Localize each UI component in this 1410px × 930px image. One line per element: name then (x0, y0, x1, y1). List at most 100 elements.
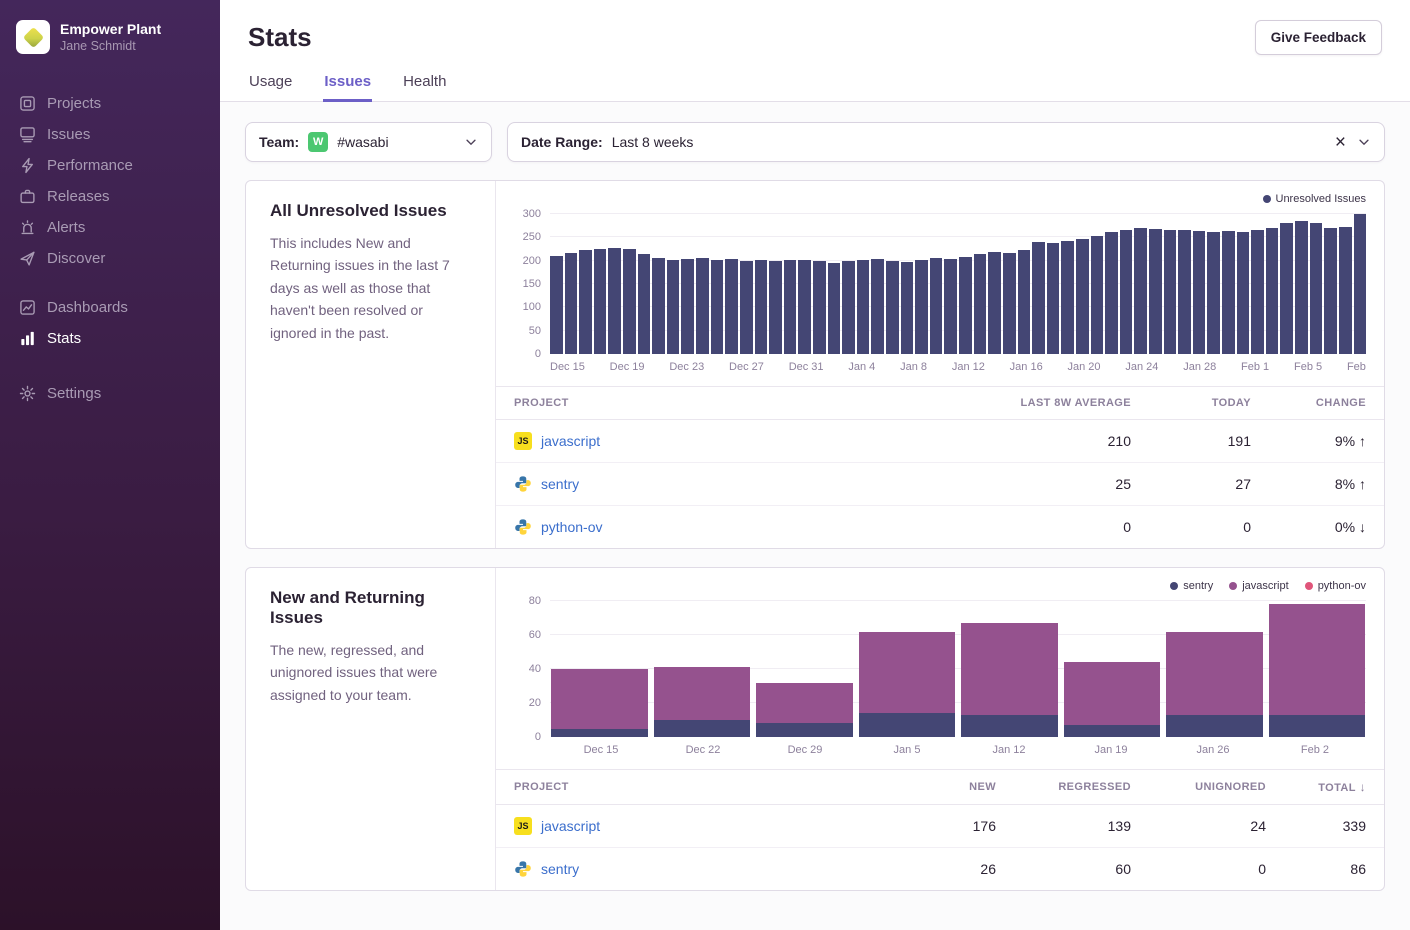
sidebar-item-label: Settings (47, 385, 101, 402)
tab-usage[interactable]: Usage (248, 65, 293, 102)
stacked-bar (1064, 601, 1161, 737)
chart-bar (842, 261, 855, 354)
date-range-value: Last 8 weeks (612, 134, 694, 150)
new-cell: 176 (904, 805, 1014, 848)
project-cell-content: JSjavascript (514, 817, 886, 835)
y-axis-label: 250 (523, 231, 541, 243)
bar-segment-javascript (1166, 632, 1263, 715)
y-axis-label: 0 (535, 731, 541, 743)
column-header-unignored[interactable]: UNIGNORED (1149, 770, 1284, 805)
avg-cell: 0 (979, 506, 1149, 549)
x-tick-label: Jan 16 (1010, 361, 1043, 373)
sidebar-item-discover[interactable]: Discover (0, 243, 220, 274)
org-logo-icon (16, 20, 50, 54)
chart-bar (871, 259, 884, 354)
unignored-cell: 0 (1149, 848, 1284, 891)
js-icon: JS (514, 432, 532, 450)
chart-bar (1237, 232, 1250, 354)
project-cell: JSjavascript (496, 805, 904, 848)
x-tick-label: Jan 24 (1125, 361, 1158, 373)
chart-bar (711, 260, 724, 354)
column-header-total[interactable]: TOTAL ↓ (1284, 770, 1384, 805)
chart-bar (667, 260, 680, 354)
avg-cell: 210 (979, 420, 1149, 463)
x-tick-label: Jan 19 (1060, 744, 1162, 756)
sidebar-item-settings[interactable]: Settings (0, 378, 220, 409)
bar-segment-sentry (756, 723, 853, 737)
project-link-javascript[interactable]: javascript (541, 433, 600, 449)
project-link-javascript[interactable]: javascript (541, 818, 600, 834)
x-tick-label: Dec 31 (789, 361, 824, 373)
x-tick-label: Jan 8 (900, 361, 927, 373)
chart-bar (1280, 223, 1293, 354)
sidebar-item-issues[interactable]: Issues (0, 119, 220, 150)
column-header-project[interactable]: PROJECT (496, 770, 904, 805)
date-range-filter[interactable]: Date Range: Last 8 weeks × (507, 122, 1385, 162)
legend-item: javascript (1229, 580, 1288, 592)
python-icon (514, 518, 532, 536)
bar-segment-sentry (1064, 725, 1161, 737)
bar-segment-sentry (1166, 715, 1263, 737)
stacked-bar (551, 601, 648, 737)
give-feedback-button[interactable]: Give Feedback (1255, 20, 1382, 55)
project-cell-content: sentry (514, 475, 961, 493)
chart-plot (550, 214, 1366, 354)
x-tick-label: Dec 23 (669, 361, 704, 373)
content-area: Team: W #wasabi Date Range: Last 8 weeks… (220, 102, 1410, 930)
tab-issues[interactable]: Issues (323, 65, 372, 102)
project-cell: python-ov (496, 506, 979, 549)
chart-bar (725, 259, 738, 354)
org-switcher[interactable]: Empower Plant Jane Schmidt (0, 14, 220, 70)
chart-bar (828, 263, 841, 354)
chart-bar (652, 258, 665, 354)
bar-segment-javascript (551, 669, 648, 729)
chart-bar (974, 254, 987, 354)
sidebar-item-releases[interactable]: Releases (0, 181, 220, 212)
tab-health[interactable]: Health (402, 65, 447, 102)
column-header-change[interactable]: CHANGE (1269, 387, 1384, 420)
chart-bar (959, 257, 972, 354)
chart-bar (1354, 214, 1367, 354)
x-tick-label: Dec 27 (729, 361, 764, 373)
chart-bar (886, 261, 899, 354)
column-header-today[interactable]: TODAY (1149, 387, 1269, 420)
change-cell: 0% ↓ (1269, 506, 1384, 549)
chart-bar (1193, 231, 1206, 354)
new-returning-issues-table: PROJECTNEWREGRESSEDUNIGNOREDTOTAL ↓ JSjav… (496, 769, 1384, 890)
chart-bar (1032, 242, 1045, 354)
x-axis-labels: Dec 15Dec 22Dec 29Jan 5Jan 12Jan 19Jan 2… (550, 737, 1366, 765)
sidebar-item-performance[interactable]: Performance (0, 150, 220, 181)
column-header-last-8w-average[interactable]: LAST 8W AVERAGE (979, 387, 1149, 420)
project-link-python-ov[interactable]: python-ov (541, 519, 602, 535)
column-header-new[interactable]: NEW (904, 770, 1014, 805)
chart-bar (988, 252, 1001, 354)
sidebar-item-dashboards[interactable]: Dashboards (0, 292, 220, 323)
column-header-regressed[interactable]: REGRESSED (1014, 770, 1149, 805)
project-link-sentry[interactable]: sentry (541, 861, 579, 877)
team-filter[interactable]: Team: W #wasabi (245, 122, 492, 162)
x-tick-label: Feb 1 (1241, 361, 1269, 373)
sidebar-item-stats[interactable]: Stats (0, 323, 220, 354)
main-content: Stats Give Feedback Usage Issues Health … (220, 0, 1410, 930)
sort-desc-icon: ↓ (1356, 780, 1366, 794)
y-axis-label: 150 (523, 278, 541, 290)
sidebar-item-projects[interactable]: Projects (0, 88, 220, 119)
chart-bar (857, 260, 870, 354)
legend-item: Unresolved Issues (1263, 193, 1367, 205)
chart-bar (681, 259, 694, 354)
panel-description: This includes New and Returning issues i… (270, 232, 471, 344)
settings-icon (19, 385, 36, 402)
sidebar-item-alerts[interactable]: Alerts (0, 212, 220, 243)
org-user-name: Jane Schmidt (60, 39, 161, 53)
column-header-project[interactable]: PROJECT (496, 387, 979, 420)
today-cell: 191 (1149, 420, 1269, 463)
org-name: Empower Plant (60, 21, 161, 39)
date-range-label: Date Range: (521, 134, 603, 150)
chart-bar (1324, 228, 1337, 354)
chart-bar (1091, 236, 1104, 354)
project-link-sentry[interactable]: sentry (541, 476, 579, 492)
clear-icon[interactable]: × (1333, 133, 1348, 152)
table-row: python-ov000% ↓ (496, 506, 1384, 549)
alerts-icon (19, 219, 36, 236)
team-filter-label: Team: (259, 134, 299, 150)
